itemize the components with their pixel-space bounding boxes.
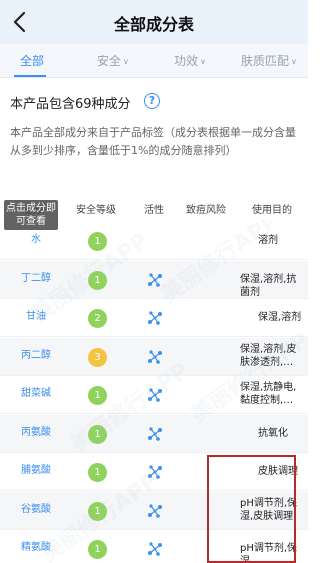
molecule-icon[interactable] <box>146 271 164 289</box>
safety-level-badge: 1 <box>88 386 107 405</box>
header-active: 活性 <box>144 205 164 216</box>
usage-purpose: 保湿,溶剂,皮肤渗透剂,… <box>240 343 297 368</box>
ingredient-name[interactable]: 丁二醇 <box>0 269 72 284</box>
tap-ingredient-tooltip: 点击成分即可查看 <box>4 200 58 230</box>
molecule-icon[interactable] <box>146 348 164 366</box>
safety-level-badge: 1 <box>88 540 107 559</box>
chevron-down-icon: ∨ <box>291 57 297 66</box>
usage-purpose: 保湿,溶剂,抗菌剂 <box>240 273 297 298</box>
ingredient-name[interactable]: 甘油 <box>0 307 72 322</box>
question-circle-icon[interactable]: ? <box>144 93 160 109</box>
usage-purpose: 抗氧化 <box>258 427 288 439</box>
safety-level-badge: 1 <box>88 232 107 251</box>
page-title: 全部成分表 <box>113 15 194 34</box>
ingredient-name[interactable]: 谷氨酸 <box>0 500 72 515</box>
filter-tabs: 全部 安全 ∨ 功效 ∨ 肤质匹配 ∨ <box>0 44 308 78</box>
ingredient-name[interactable]: 脯氨酸 <box>0 461 72 476</box>
usage-purpose: 保湿,溶剂 <box>258 312 302 323</box>
table-row[interactable]: 甜菜碱 1 保湿,抗静电,黏度控制,… <box>0 376 308 414</box>
ingredient-name[interactable]: 水 <box>0 230 72 245</box>
table-row[interactable]: 丙氨酸 1 抗氧化 <box>0 414 308 453</box>
molecule-icon[interactable] <box>146 502 164 520</box>
molecule-icon[interactable] <box>146 463 164 481</box>
ingredient-source-note: 本产品全部成分来自于产品标签（成分表根据单一成分含量从多到少排序，含量低于1%的… <box>10 126 296 157</box>
molecule-icon[interactable] <box>146 386 164 404</box>
tab-all[interactable]: 全部 <box>20 52 44 69</box>
ingredient-name[interactable]: 精氨酸 <box>0 538 72 553</box>
top-bar: 全部成分表 <box>0 0 308 44</box>
chevron-down-icon: ∨ <box>123 57 129 66</box>
safety-level-badge: 1 <box>88 501 107 521</box>
usage-purpose: 保湿,抗静电,黏度控制,… <box>240 382 297 406</box>
ingredient-name[interactable]: 丙二醇 <box>0 346 72 361</box>
molecule-icon[interactable] <box>146 309 164 327</box>
ingredient-count: 本产品包含69种成分 <box>10 97 131 112</box>
header-safety: 安全等级 <box>76 205 116 216</box>
usage-purpose: pH调节剂,保湿 <box>240 543 298 563</box>
table-row[interactable]: 甘油 2 保湿,溶剂 <box>0 299 308 337</box>
ingredient-name[interactable]: 丙氨酸 <box>0 423 72 438</box>
ingredient-name[interactable]: 甜菜碱 <box>0 384 72 399</box>
tab-skin-match[interactable]: 肤质匹配 ∨ <box>241 52 297 69</box>
tab-safety[interactable]: 安全 ∨ <box>97 52 129 69</box>
safety-level-badge: 2 <box>88 309 107 328</box>
header-purpose: 使用目的 <box>252 205 292 216</box>
usage-purpose: pH调节剂,保湿,皮肤调理 <box>240 497 298 522</box>
usage-purpose: 溶剂 <box>258 235 278 246</box>
molecule-icon[interactable] <box>146 425 164 443</box>
safety-level-badge: 1 <box>88 270 107 290</box>
safety-level-badge: 1 <box>88 463 107 482</box>
chevron-down-icon: ∨ <box>200 57 206 66</box>
table-row[interactable]: 精氨酸 1 pH调节剂,保湿 <box>0 530 308 563</box>
table-row[interactable]: 丁二醇 1 保湿,溶剂,抗菌剂 <box>0 260 308 299</box>
usage-purpose: 皮肤调理 <box>258 466 298 477</box>
tab-efficacy[interactable]: 功效 ∨ <box>174 52 206 69</box>
active-tab-indicator <box>14 75 46 77</box>
table-row[interactable]: 谷氨酸 1 pH调节剂,保湿,皮肤调理 <box>0 491 308 530</box>
safety-level-badge: 1 <box>88 424 107 444</box>
table-row[interactable]: 脯氨酸 1 皮肤调理 <box>0 453 308 491</box>
header-acne-risk: 致痘风险 <box>186 205 226 216</box>
safety-level-badge: 3 <box>88 347 107 367</box>
molecule-icon[interactable] <box>146 540 164 558</box>
table-row[interactable]: 丙二醇 3 保湿,溶剂,皮肤渗透剂,… <box>0 337 308 376</box>
